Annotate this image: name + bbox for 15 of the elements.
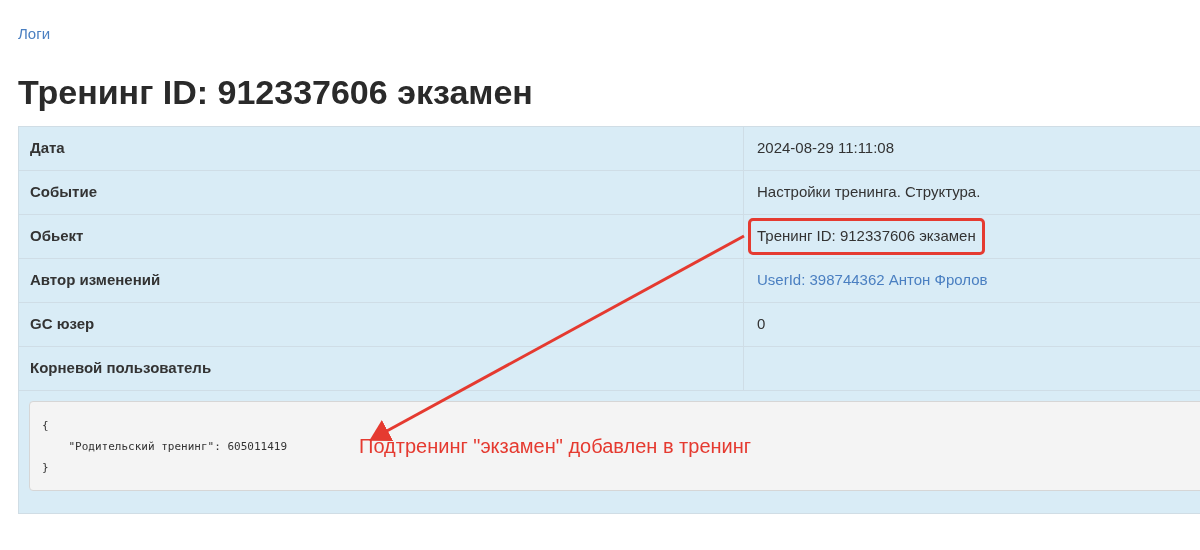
breadcrumb-link[interactable]: Логи <box>18 25 51 42</box>
field-value: 0 <box>756 314 767 335</box>
annotation-text: Подтренинг "экзамен" добавлен в тренинг <box>359 434 752 459</box>
field-label: Автор изменений <box>30 270 161 291</box>
field-label: GC юзер <box>30 314 95 335</box>
field-label: Событие <box>30 182 97 203</box>
field-label: Обьект <box>30 226 84 247</box>
page-title: Тренинг ID: 912337606 экзамен <box>17 72 534 112</box>
json-code-text: { "Родительский тренинг": 605011419 } <box>42 417 288 476</box>
field-value: Тренинг ID: 912337606 экзамен <box>748 218 985 255</box>
author-link[interactable]: UserId: 398744362 Антон Фролов <box>748 262 997 299</box>
field-label: Дата <box>30 138 65 159</box>
field-label: Корневой пользователь <box>30 358 212 379</box>
field-value: Настройки тренинга. Структура. <box>756 182 982 203</box>
field-value: 2024-08-29 11:11:08 <box>756 138 896 159</box>
